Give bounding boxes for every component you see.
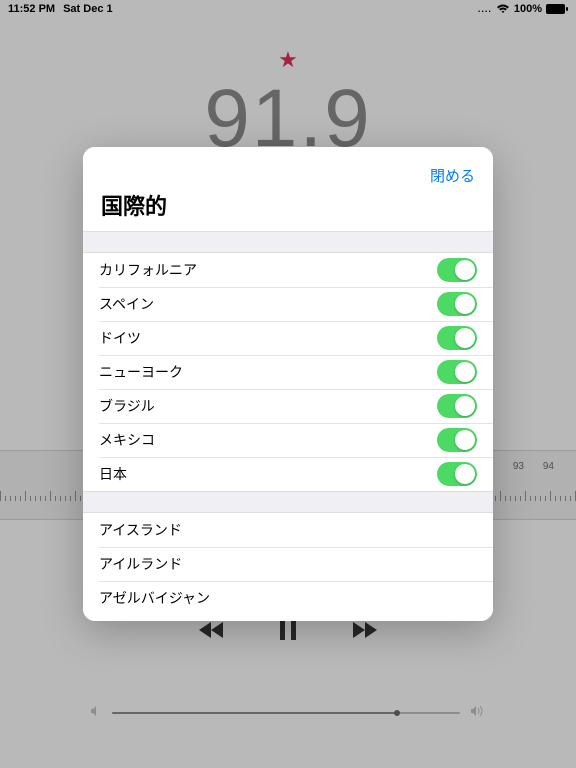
modal-title: 国際的 bbox=[101, 189, 475, 221]
close-button[interactable]: 閉める bbox=[430, 165, 475, 186]
country-toggle[interactable] bbox=[437, 258, 477, 282]
country-label: ニューヨーク bbox=[99, 362, 183, 382]
country-label: アイスランド bbox=[99, 520, 182, 540]
country-row[interactable]: アイルランド bbox=[83, 547, 493, 581]
country-toggle[interactable] bbox=[437, 462, 477, 486]
country-toggle[interactable] bbox=[437, 292, 477, 316]
country-row[interactable]: スペイン bbox=[83, 287, 493, 321]
country-toggle[interactable] bbox=[437, 326, 477, 350]
country-row[interactable]: カリフォルニア bbox=[83, 253, 493, 287]
country-label: カリフォルニア bbox=[99, 260, 197, 280]
country-label: アゼルバイジャン bbox=[99, 588, 210, 608]
country-toggle[interactable] bbox=[437, 394, 477, 418]
international-modal: 閉める 国際的 カリフォルニアスペインドイツニューヨークブラジルメキシコ日本アイ… bbox=[83, 147, 493, 621]
country-row[interactable]: ニューヨーク bbox=[83, 355, 493, 389]
country-label: メキシコ bbox=[99, 430, 155, 450]
country-row[interactable]: メキシコ bbox=[83, 423, 493, 457]
country-row[interactable]: ドイツ bbox=[83, 321, 493, 355]
country-label: アイルランド bbox=[99, 554, 182, 574]
country-row[interactable]: 日本 bbox=[83, 457, 493, 491]
country-row[interactable]: アゼルバイジャン bbox=[83, 581, 493, 615]
country-list: カリフォルニアスペインドイツニューヨークブラジルメキシコ日本アイスランドアイルラ… bbox=[83, 253, 493, 621]
country-label: ドイツ bbox=[99, 328, 141, 348]
country-row[interactable]: ブラジル bbox=[83, 389, 493, 423]
modal-header: 閉める 国際的 bbox=[83, 147, 493, 231]
section-separator bbox=[83, 491, 493, 513]
country-label: ブラジル bbox=[99, 396, 155, 416]
section-separator bbox=[83, 231, 493, 253]
country-row[interactable]: アイスランド bbox=[83, 513, 493, 547]
country-toggle[interactable] bbox=[437, 360, 477, 384]
country-label: 日本 bbox=[99, 464, 127, 484]
country-label: スペイン bbox=[99, 294, 154, 314]
country-toggle[interactable] bbox=[437, 428, 477, 452]
